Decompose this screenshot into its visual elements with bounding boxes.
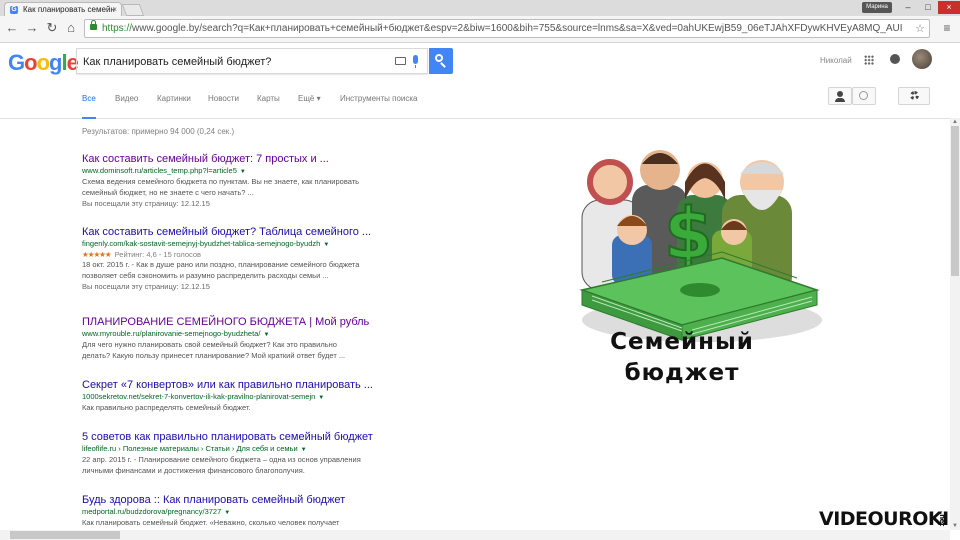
global-results-button[interactable]: [852, 87, 876, 105]
search-box: [76, 48, 428, 74]
result-snippet: позволяет себя сэкономить и разумно расп…: [82, 270, 329, 280]
watermark-logo: VIDEOUROKI .net: [819, 508, 949, 530]
result-url: www.dominsoft.ru/articles_temp.php?l=art…: [82, 166, 246, 175]
result-snippet: делать? Какую пользу принесет планирован…: [82, 350, 346, 360]
result-snippet: Для чего нужно планировать свой семейный…: [82, 340, 337, 349]
result-snippet: семейный бюджет, но не знаете с чего нач…: [82, 187, 254, 197]
search-button[interactable]: [429, 48, 453, 74]
gear-icon: [910, 91, 919, 100]
result-title-link[interactable]: Как составить семейный бюджет? Таблица с…: [82, 225, 382, 239]
browser-tab[interactable]: G Как планировать семейн ×: [4, 2, 122, 16]
tab-title: Как планировать семейн: [23, 5, 115, 14]
result-title-link[interactable]: Как составить семейный бюджет: 7 простых…: [82, 152, 382, 166]
google-favicon-icon: G: [10, 6, 18, 14]
settings-button[interactable]: [898, 87, 930, 105]
notifications-icon[interactable]: [890, 54, 900, 64]
reload-icon[interactable]: ↻: [44, 20, 60, 36]
result-url: lifeoflife.ru › Полезные материалы › Ста…: [82, 444, 307, 453]
address-bar[interactable]: https://www.google.by/search?q=Как+плани…: [84, 19, 930, 38]
horizontal-scrollbar[interactable]: [0, 530, 950, 540]
result-url: www.myrouble.ru/planirovanie-semejnogo-b…: [82, 329, 270, 338]
result-stats: Результатов: примерно 94 000 (0,24 сек.): [82, 127, 235, 136]
keyboard-icon[interactable]: [395, 57, 406, 65]
tab-all[interactable]: Все: [82, 94, 96, 119]
close-window-button[interactable]: ×: [938, 1, 960, 14]
result-snippet: Схема ведения семейного бюджета по пункт…: [82, 177, 360, 186]
search-result: 5 советов как правильно планировать семе…: [82, 430, 382, 476]
tab-news[interactable]: Новости: [208, 94, 239, 104]
profile-chip[interactable]: Марина: [862, 2, 892, 13]
result-visited-note: Вы посещали эту страницу: 12.12.15: [82, 282, 210, 291]
result-url: 1000sekretov.net/sekret-7-konvertov-ili-…: [82, 392, 325, 401]
result-title-link[interactable]: ПЛАНИРОВАНИЕ СЕМЕЙНОГО БЮДЖЕТА | Мой руб…: [82, 315, 382, 329]
dropdown-caret-icon[interactable]: ▼: [240, 169, 246, 175]
username[interactable]: Николай: [820, 56, 852, 65]
google-logo[interactable]: Google: [8, 50, 79, 76]
result-snippet: 18 окт. 2015 г. - Как в душе рано или по…: [82, 260, 360, 269]
result-snippet: 22 апр. 2015 г. - Планирование семейного…: [82, 455, 361, 464]
result-url: medportal.ru/budzdorova/pregnancy/3727 ▼: [82, 507, 231, 516]
dropdown-caret-icon[interactable]: ▼: [263, 332, 269, 338]
tab-close-icon[interactable]: ×: [112, 3, 117, 16]
personal-results-button[interactable]: [828, 87, 852, 105]
minimize-button[interactable]: –: [898, 1, 918, 14]
search-result: Будь здорова :: Как планировать семейный…: [82, 493, 382, 529]
browser-tab-bar: G Как планировать семейн × Марина – □ ×: [0, 0, 960, 16]
dropdown-caret-icon[interactable]: ▼: [224, 510, 230, 516]
result-snippet: личными финансами и достижения финансово…: [82, 465, 305, 475]
result-snippet: Как правильно распределять семейный бюдж…: [82, 403, 251, 412]
search-result: ПЛАНИРОВАНИЕ СЕМЕЙНОГО БЮДЖЕТА | Мой руб…: [82, 315, 382, 361]
vertical-scrollbar[interactable]: ▲ ▼: [950, 118, 960, 530]
result-url: fingenly.com/kak-sostavit-semejnyj-byudz…: [82, 239, 330, 248]
new-tab-button[interactable]: [121, 4, 145, 16]
dropdown-caret-icon[interactable]: ▼: [318, 395, 324, 401]
scroll-down-icon[interactable]: ▼: [950, 522, 960, 530]
result-title-link[interactable]: Секрет «7 конвертов» или как правильно п…: [82, 378, 382, 392]
back-arrow-icon[interactable]: ←: [4, 20, 20, 36]
scroll-up-icon[interactable]: ▲: [950, 118, 960, 126]
url-text[interactable]: https://www.google.by/search?q=Как+плани…: [102, 20, 902, 37]
dropdown-caret-icon[interactable]: ▼: [323, 242, 329, 248]
rating-stars-icon: ★★★★★: [82, 250, 112, 259]
illustration-caption: Семейный бюджет: [610, 329, 754, 386]
tab-search-tools[interactable]: Инструменты поиска: [340, 94, 417, 104]
microphone-icon[interactable]: [413, 55, 418, 68]
dropdown-caret-icon[interactable]: ▼: [301, 447, 307, 453]
browser-toolbar: ← → ↻ ⌂ https://www.google.by/search?q=К…: [0, 16, 960, 43]
search-input[interactable]: [81, 52, 385, 72]
avatar[interactable]: [912, 49, 932, 69]
result-snippet: Как планировать семейный бюджет. «Неважн…: [82, 518, 340, 527]
search-result: Секрет «7 конвертов» или как правильно п…: [82, 378, 382, 414]
tab-more[interactable]: Ещё ▾: [298, 94, 321, 104]
lock-icon: [90, 20, 97, 30]
home-icon[interactable]: ⌂: [63, 20, 79, 36]
browser-menu-icon[interactable]: ≡: [940, 20, 954, 36]
result-title-link[interactable]: Будь здорова :: Как планировать семейный…: [82, 493, 382, 507]
tab-video[interactable]: Видео: [115, 94, 138, 104]
bookmark-star-icon[interactable]: ☆: [915, 21, 925, 37]
scroll-thumb[interactable]: [951, 126, 959, 276]
result-visited-note: Вы посещали эту страницу: 12.12.15: [82, 199, 210, 208]
maximize-button[interactable]: □: [918, 1, 938, 14]
google-header: Google Николай Все Видео Картинки Новост…: [0, 43, 960, 119]
result-title-link[interactable]: 5 советов как правильно планировать семе…: [82, 430, 382, 444]
forward-arrow-icon[interactable]: →: [24, 20, 40, 36]
tab-images[interactable]: Картинки: [157, 94, 191, 104]
globe-icon: [859, 91, 868, 100]
apps-grid-icon[interactable]: [864, 55, 874, 65]
search-icon: [435, 54, 443, 62]
horizontal-scroll-thumb[interactable]: [10, 531, 120, 539]
user-icon: [835, 91, 845, 102]
search-result: Как составить семейный бюджет? Таблица с…: [82, 225, 382, 292]
search-result: Как составить семейный бюджет: 7 простых…: [82, 152, 382, 209]
tab-maps[interactable]: Карты: [257, 94, 280, 104]
result-rating: ★★★★★ Рейтинг: 4,6 - 15 голосов: [82, 250, 202, 259]
